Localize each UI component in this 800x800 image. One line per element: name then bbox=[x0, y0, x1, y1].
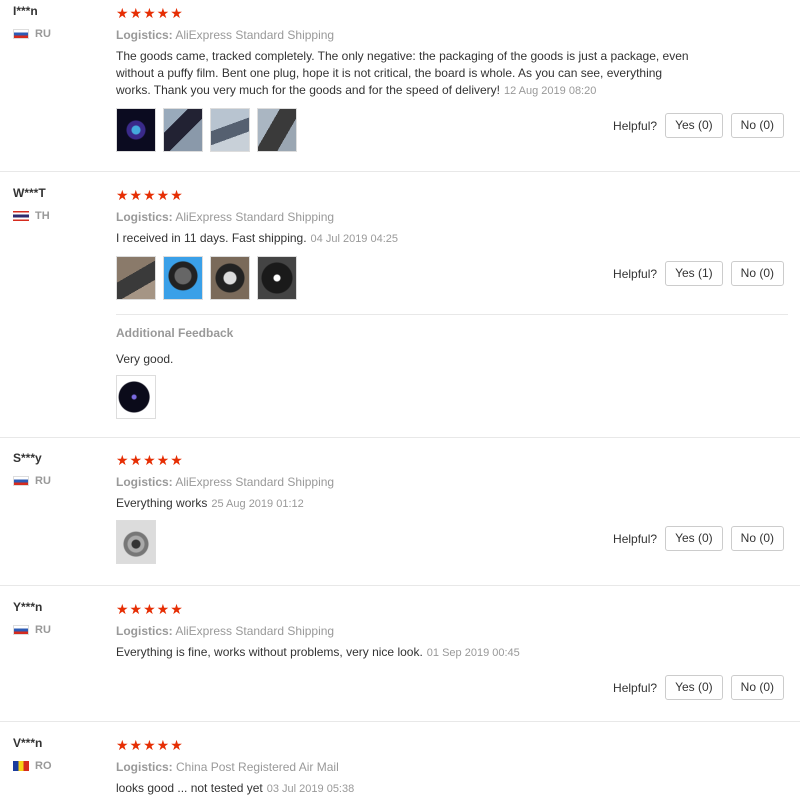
helpful-vote: Helpful? Yes (1) No (0) bbox=[613, 261, 784, 286]
review-text: Everything is fine, works without proble… bbox=[116, 644, 696, 662]
review-photo[interactable] bbox=[210, 256, 250, 300]
shipping-method: AliExpress Standard Shipping bbox=[175, 475, 335, 489]
helpful-vote: Helpful? Yes (0) No (0) bbox=[613, 526, 784, 551]
vote-yes-button[interactable]: Yes (1) bbox=[665, 261, 723, 286]
logistics-info: Logistics: AliExpress Standard Shipping bbox=[116, 210, 334, 224]
vote-no-button[interactable]: No (0) bbox=[730, 526, 784, 551]
review-photos bbox=[116, 520, 156, 564]
logistics-label: Logistics: bbox=[116, 28, 173, 42]
shipping-method: China Post Registered Air Mail bbox=[176, 760, 339, 774]
review-date: 04 Jul 2019 04:25 bbox=[310, 233, 399, 245]
review-body: looks good ... not tested yet bbox=[116, 781, 263, 795]
additional-feedback-title: Additional Feedback bbox=[116, 326, 234, 340]
review-text: Everything works 25 Aug 2019 01:12 bbox=[116, 495, 696, 513]
review-photo[interactable] bbox=[116, 520, 156, 564]
review-photo[interactable] bbox=[210, 108, 250, 152]
helpful-label: Helpful? bbox=[613, 118, 658, 133]
review-photo[interactable] bbox=[257, 108, 297, 152]
review-date: 01 Sep 2019 00:45 bbox=[426, 647, 520, 659]
review-date: 03 Jul 2019 05:38 bbox=[266, 783, 355, 795]
review-country: RU bbox=[13, 624, 51, 636]
star-rating: ★★★★★ bbox=[116, 187, 184, 203]
flag-icon bbox=[13, 29, 29, 39]
review-separator bbox=[0, 721, 800, 722]
review-separator bbox=[0, 585, 800, 586]
review-separator bbox=[0, 437, 800, 438]
flag-icon bbox=[13, 211, 29, 221]
review-country: TH bbox=[13, 210, 50, 222]
vote-no-button[interactable]: No (0) bbox=[730, 675, 784, 700]
vote-no-button[interactable]: No (0) bbox=[730, 113, 784, 138]
logistics-label: Logistics: bbox=[116, 760, 173, 774]
logistics-label: Logistics: bbox=[116, 624, 173, 638]
review-body: The goods came, tracked completely. The … bbox=[116, 49, 689, 97]
helpful-label: Helpful? bbox=[613, 266, 658, 281]
vote-yes-button[interactable]: Yes (0) bbox=[665, 113, 723, 138]
review-author: W***T bbox=[13, 186, 46, 200]
flag-icon bbox=[13, 476, 29, 486]
review-country: RU bbox=[13, 28, 51, 40]
flag-icon bbox=[13, 761, 29, 771]
additional-photos bbox=[116, 375, 156, 419]
additional-divider bbox=[116, 314, 788, 315]
review-author: V***n bbox=[13, 736, 43, 750]
logistics-label: Logistics: bbox=[116, 475, 173, 489]
country-code: RU bbox=[35, 475, 51, 487]
shipping-method: AliExpress Standard Shipping bbox=[175, 624, 335, 638]
star-rating: ★★★★★ bbox=[116, 601, 184, 617]
shipping-method: AliExpress Standard Shipping bbox=[175, 210, 335, 224]
review-author: S***y bbox=[13, 451, 42, 465]
review-item: W***T TH ★★★★★ Logistics: AliExpress Sta… bbox=[0, 184, 800, 434]
review-photos bbox=[116, 108, 297, 152]
review-photo[interactable] bbox=[116, 375, 156, 419]
vote-no-button[interactable]: No (0) bbox=[730, 261, 784, 286]
vote-yes-button[interactable]: Yes (0) bbox=[665, 675, 723, 700]
review-country: RO bbox=[13, 760, 52, 772]
review-photo[interactable] bbox=[163, 256, 203, 300]
star-rating: ★★★★★ bbox=[116, 452, 184, 468]
review-item: Y***n RU ★★★★★ Logistics: AliExpress Sta… bbox=[0, 598, 800, 718]
review-body: I received in 11 days. Fast shipping. bbox=[116, 231, 307, 245]
review-date: 12 Aug 2019 08:20 bbox=[503, 85, 597, 97]
review-item: V***n RO ★★★★★ Logistics: China Post Reg… bbox=[0, 734, 800, 800]
logistics-info: Logistics: AliExpress Standard Shipping bbox=[116, 475, 334, 489]
review-text: The goods came, tracked completely. The … bbox=[116, 48, 696, 100]
review-author: Y***n bbox=[13, 600, 43, 614]
country-code: TH bbox=[35, 210, 50, 222]
shipping-method: AliExpress Standard Shipping bbox=[175, 28, 335, 42]
review-text: I received in 11 days. Fast shipping. 04 … bbox=[116, 230, 696, 248]
logistics-info: Logistics: AliExpress Standard Shipping bbox=[116, 624, 334, 638]
review-separator bbox=[0, 171, 800, 172]
helpful-vote: Helpful? Yes (0) No (0) bbox=[613, 113, 784, 138]
review-body: Everything works bbox=[116, 496, 208, 510]
logistics-info: Logistics: AliExpress Standard Shipping bbox=[116, 28, 334, 42]
review-photo[interactable] bbox=[116, 256, 156, 300]
logistics-info: Logistics: China Post Registered Air Mai… bbox=[116, 760, 339, 774]
review-photo[interactable] bbox=[163, 108, 203, 152]
review-photo[interactable] bbox=[116, 108, 156, 152]
review-item: S***y RU ★★★★★ Logistics: AliExpress Sta… bbox=[0, 449, 800, 584]
vote-yes-button[interactable]: Yes (0) bbox=[665, 526, 723, 551]
helpful-vote: Helpful? Yes (0) No (0) bbox=[613, 675, 784, 700]
helpful-label: Helpful? bbox=[613, 531, 658, 546]
logistics-label: Logistics: bbox=[116, 210, 173, 224]
star-rating: ★★★★★ bbox=[116, 5, 184, 21]
star-rating: ★★★★★ bbox=[116, 737, 184, 753]
country-code: RO bbox=[35, 760, 52, 772]
helpful-label: Helpful? bbox=[613, 680, 658, 695]
review-photo[interactable] bbox=[257, 256, 297, 300]
review-photos bbox=[116, 256, 297, 300]
review-author: I***n bbox=[13, 4, 38, 18]
review-body: Everything is fine, works without proble… bbox=[116, 645, 423, 659]
review-date: 25 Aug 2019 01:12 bbox=[211, 498, 304, 510]
country-code: RU bbox=[35, 28, 51, 40]
country-code: RU bbox=[35, 624, 51, 636]
review-country: RU bbox=[13, 475, 51, 487]
review-item: I***n RU ★★★★★ Logistics: AliExpress Sta… bbox=[0, 2, 800, 172]
review-text: looks good ... not tested yet 03 Jul 2019… bbox=[116, 780, 696, 798]
flag-icon bbox=[13, 625, 29, 635]
additional-feedback-text: Very good. bbox=[116, 352, 174, 366]
